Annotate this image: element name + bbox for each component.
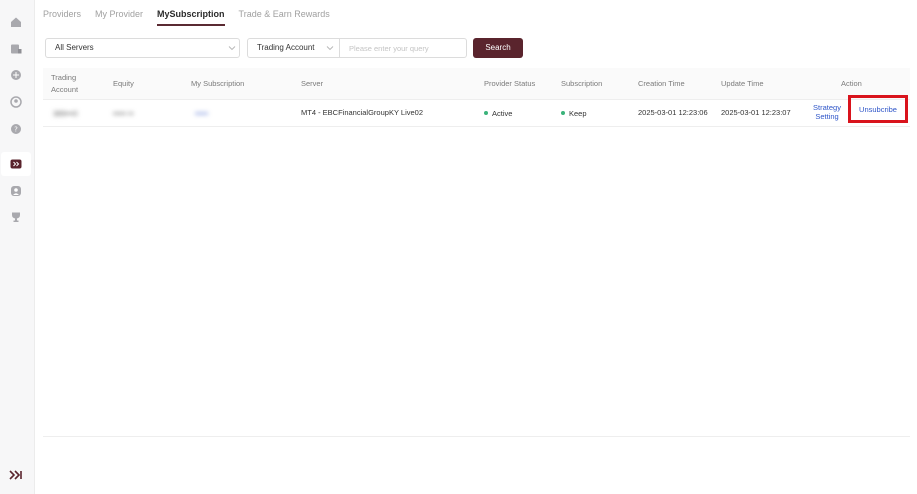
trophy-icon[interactable] [8, 209, 24, 225]
strategy-setting-line2: Setting [815, 112, 839, 121]
col-trading-account-line2: Account [51, 85, 79, 94]
expand-icon[interactable] [9, 468, 25, 482]
query-input[interactable] [341, 39, 465, 57]
cell-my-subscription-link[interactable]: ••••• [195, 109, 208, 119]
tab-my-subscription[interactable]: MySubscription [157, 9, 225, 26]
chevron-down-icon [228, 46, 236, 51]
table-row: 389•••0 ••••• •• ••••• MT4 - EBCFinancia… [43, 95, 910, 127]
search-button[interactable]: Search [473, 38, 523, 58]
table-header: Trading Account Equity My Subscription S… [43, 68, 910, 100]
col-subscription: Subscription [561, 79, 603, 88]
strategy-setting-link[interactable]: Strategy Setting [809, 103, 845, 121]
strategy-setting-line1: Strategy [813, 103, 841, 112]
account-type-select[interactable]: Trading Account [248, 39, 340, 57]
server-select-value: All Servers [55, 43, 94, 52]
col-my-subscription: My Subscription [191, 79, 245, 88]
table-footer-divider [43, 436, 910, 437]
col-trading-account-line1: Trading [51, 73, 77, 82]
cell-provider-status: Active [484, 109, 512, 119]
chevron-down-icon [326, 46, 334, 51]
cell-subscription: Keep [561, 109, 587, 119]
col-equity: Equity [113, 79, 134, 88]
help-icon[interactable]: ? [8, 121, 24, 137]
copy-trading-icon[interactable] [1, 152, 31, 176]
account-search-group: Trading Account [247, 38, 467, 58]
cell-creation-time: 2025-03-01 12:23:06 [638, 108, 708, 117]
unsubscribe-button[interactable]: Unsubcribe [848, 95, 908, 123]
tab-providers[interactable]: Providers [43, 9, 81, 26]
sidebar: ? [0, 0, 35, 494]
profile-icon[interactable] [8, 183, 24, 199]
col-provider-status: Provider Status [484, 79, 536, 88]
box-icon[interactable] [8, 67, 24, 83]
status-dot-icon [484, 111, 488, 116]
book-icon[interactable] [8, 41, 24, 57]
tab-my-provider[interactable]: My Provider [95, 9, 143, 26]
user-icon[interactable] [8, 94, 24, 110]
svg-text:?: ? [14, 126, 18, 134]
home-icon[interactable] [8, 14, 24, 30]
cell-server: MT4 - EBCFinancialGroupKY Live02 [301, 108, 423, 117]
col-trading-account: Trading Account [51, 72, 78, 96]
col-server: Server [301, 79, 324, 88]
cell-trading-account: 389•••0 [53, 109, 78, 118]
cell-equity: ••••• •• [113, 109, 134, 118]
status-dot-icon [561, 111, 565, 116]
unsubscribe-label: Unsubcribe [859, 104, 897, 114]
account-type-value: Trading Account [257, 43, 315, 52]
provider-status-text: Active [492, 109, 513, 118]
tab-bar: Providers My Provider MySubscription Tra… [43, 9, 330, 26]
cell-update-time: 2025-03-01 12:23:07 [721, 108, 791, 117]
subscription-text: Keep [569, 109, 587, 118]
tab-trade-earn-rewards[interactable]: Trade & Earn Rewards [239, 9, 330, 26]
col-action: Action [841, 79, 862, 88]
col-creation-time: Creation Time [638, 79, 685, 88]
col-update-time: Update Time [721, 79, 764, 88]
server-select[interactable]: All Servers [45, 38, 240, 58]
